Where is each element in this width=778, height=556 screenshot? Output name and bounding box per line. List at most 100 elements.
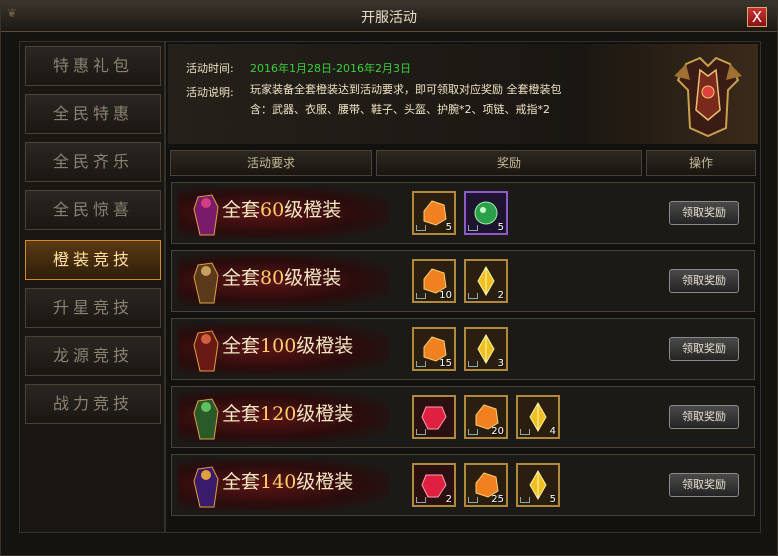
req-prefix: 全套 [222, 267, 261, 289]
req-level: 80 [260, 267, 285, 289]
requirement-text: 全套120级橙装 [222, 399, 353, 426]
bound-icon [416, 429, 426, 435]
item-count: 5 [445, 222, 452, 233]
bound-icon [416, 293, 426, 299]
claim-reward-button[interactable]: 领取奖励 [669, 473, 739, 497]
req-level: 60 [260, 199, 285, 221]
tab-6[interactable]: 升星竞技 [25, 288, 161, 328]
tab-2[interactable]: 全民特惠 [25, 94, 161, 134]
requirement-badge: 全套140级橙装 [178, 459, 390, 511]
gold-crystal-icon[interactable]: 4 [516, 395, 560, 439]
reward-row-1: 全套60级橙装 5 5 领取奖励 [171, 182, 755, 244]
red-gem-icon[interactable] [412, 395, 456, 439]
bound-icon [520, 497, 530, 503]
header-reward: 奖励 [376, 150, 642, 176]
claim-reward-button[interactable]: 领取奖励 [669, 405, 739, 429]
item-count: 20 [491, 426, 504, 437]
req-level: 120 [260, 403, 297, 425]
item-count: 2 [445, 494, 452, 505]
item-count: 10 [439, 290, 452, 301]
item-count: 2 [497, 290, 504, 301]
bound-icon [468, 361, 478, 367]
req-level: 140 [260, 471, 297, 493]
requirement-text: 全套140级橙装 [222, 467, 353, 494]
time-label: 活动时间: [186, 62, 234, 75]
desc-label: 活动说明: [186, 86, 234, 99]
req-prefix: 全套 [222, 403, 261, 425]
desc-text: 玩家装备全套橙装达到活动要求，即可领取对应奖励 全套橙装包 含：武器、衣服、腰带… [250, 80, 630, 120]
bound-icon [416, 361, 426, 367]
item-count: 25 [491, 494, 504, 505]
armor-icon [674, 56, 742, 138]
orange-ore-icon[interactable]: 10 [412, 259, 456, 303]
item-count: 3 [497, 358, 504, 369]
orange-ore-icon[interactable]: 25 [464, 463, 508, 507]
sidebar: 特惠礼包 全民特惠 全民齐乐 全民惊喜 橙装竞技 升星竞技 龙源竞技 战力竞技 [19, 41, 165, 533]
requirement-text: 全套80级橙装 [222, 263, 341, 290]
close-button[interactable]: X [747, 7, 767, 27]
orange-ore-icon[interactable]: 20 [464, 395, 508, 439]
item-count: 5 [549, 494, 556, 505]
item-count: 15 [439, 358, 452, 369]
item-count: 5 [497, 222, 504, 233]
tab-4[interactable]: 全民惊喜 [25, 190, 161, 230]
reward-row-5: 全套140级橙装 2 25 5 领取奖励 [171, 454, 755, 516]
warrior-icon [193, 194, 219, 236]
activity-banner: 活动时间: 2016年1月28日-2016年2月3日 活动说明: 玩家装备全套橙… [168, 44, 758, 144]
req-prefix: 全套 [222, 335, 261, 357]
requirement-badge: 全套100级橙装 [178, 323, 390, 375]
header-action: 操作 [646, 150, 756, 176]
req-suffix: 级橙装 [284, 267, 342, 289]
claim-reward-button[interactable]: 领取奖励 [669, 269, 739, 293]
bound-icon [468, 497, 478, 503]
claim-reward-button[interactable]: 领取奖励 [669, 337, 739, 361]
bound-icon [416, 225, 426, 231]
warrior-icon [193, 330, 219, 372]
requirement-badge: 全套60级橙装 [178, 187, 390, 239]
header-requirement: 活动要求 [170, 150, 372, 176]
bound-icon [416, 497, 426, 503]
orange-ore-icon[interactable]: 5 [412, 191, 456, 235]
warrior-icon [193, 262, 219, 304]
reward-row-3: 全套100级橙装 15 3 领取奖励 [171, 318, 755, 380]
reward-row-2: 全套80级橙装 10 2 领取奖励 [171, 250, 755, 312]
requirement-text: 全套100级橙装 [222, 331, 353, 358]
req-suffix: 级橙装 [284, 199, 342, 221]
window-title: 开服活动 [361, 10, 417, 26]
bound-icon [468, 293, 478, 299]
req-suffix: 级橙装 [296, 403, 354, 425]
req-level: 100 [260, 335, 297, 357]
warrior-icon [193, 466, 219, 508]
req-prefix: 全套 [222, 471, 261, 493]
bound-icon [468, 429, 478, 435]
desc-line-1: 玩家装备全套橙装达到活动要求，即可领取对应奖励 全套橙装包 [250, 83, 562, 96]
red-gem-icon[interactable]: 2 [412, 463, 456, 507]
green-gem-icon[interactable]: 5 [464, 191, 508, 235]
desc-line-2: 含：武器、衣服、腰带、鞋子、头盔、护腕*2、项链、戒指*2 [250, 103, 550, 116]
requirement-badge: 全套80级橙装 [178, 255, 390, 307]
orange-ore-icon[interactable]: 15 [412, 327, 456, 371]
gold-crystal-icon[interactable]: 3 [464, 327, 508, 371]
tab-1[interactable]: 特惠礼包 [25, 46, 161, 86]
bound-icon [520, 429, 530, 435]
bound-icon [468, 225, 478, 231]
req-prefix: 全套 [222, 199, 261, 221]
item-count: 4 [549, 426, 556, 437]
requirement-badge: 全套120级橙装 [178, 391, 390, 443]
main-panel: 活动时间: 2016年1月28日-2016年2月3日 活动说明: 玩家装备全套橙… [165, 41, 761, 533]
tab-3[interactable]: 全民齐乐 [25, 142, 161, 182]
warrior-icon [193, 398, 219, 440]
req-suffix: 级橙装 [296, 471, 354, 493]
requirement-text: 全套60级橙装 [222, 195, 341, 222]
gold-crystal-icon[interactable]: 2 [464, 259, 508, 303]
time-value: 2016年1月28日-2016年2月3日 [250, 62, 411, 75]
claim-reward-button[interactable]: 领取奖励 [669, 201, 739, 225]
reward-row-4: 全套120级橙装 20 4 领取奖励 [171, 386, 755, 448]
tab-5[interactable]: 橙装竞技 [25, 240, 161, 280]
req-suffix: 级橙装 [296, 335, 354, 357]
activity-window: ❦ 开服活动 X 特惠礼包 全民特惠 全民齐乐 全民惊喜 橙装竞技 升星竞技 龙… [0, 0, 778, 556]
tab-8[interactable]: 战力竞技 [25, 384, 161, 424]
tab-7[interactable]: 龙源竞技 [25, 336, 161, 376]
gold-crystal-icon[interactable]: 5 [516, 463, 560, 507]
title-bar: ❦ 开服活动 X [1, 1, 777, 32]
